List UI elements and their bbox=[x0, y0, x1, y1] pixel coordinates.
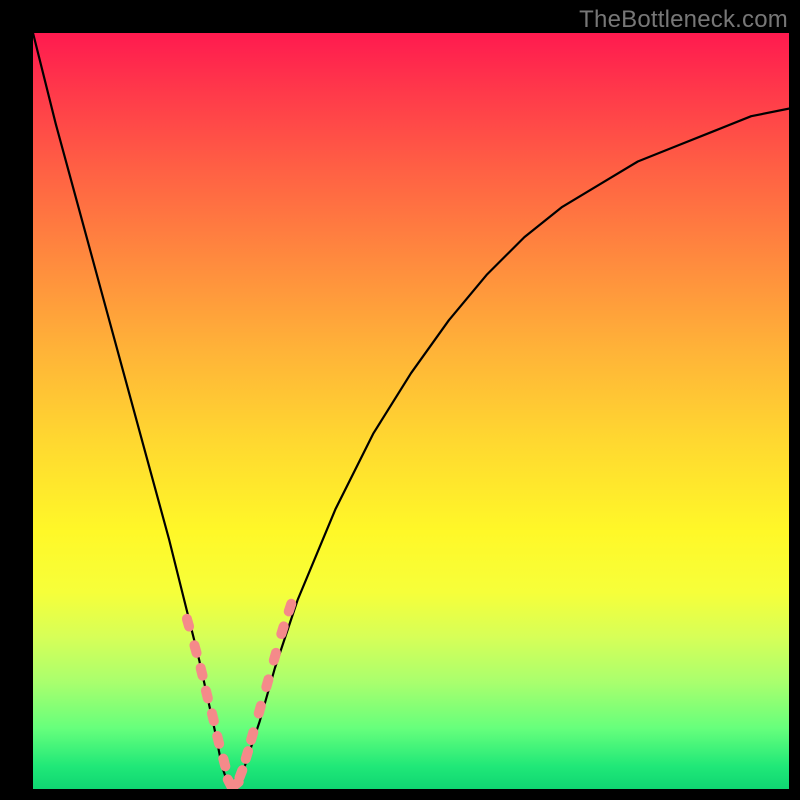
marker-capsule bbox=[211, 730, 225, 750]
marker-capsule bbox=[275, 620, 290, 640]
highlighted-points-group bbox=[181, 597, 298, 789]
chart-frame: TheBottleneck.com bbox=[0, 0, 800, 800]
marker-capsule bbox=[240, 745, 255, 765]
marker-capsule bbox=[206, 707, 220, 727]
plot-area bbox=[33, 33, 789, 789]
marker-capsule bbox=[188, 639, 202, 659]
bottleneck-curve-line bbox=[33, 33, 789, 789]
watermark-text: TheBottleneck.com bbox=[579, 6, 788, 34]
marker-capsule bbox=[200, 685, 214, 705]
bottleneck-curve-svg bbox=[33, 33, 789, 789]
marker-capsule bbox=[195, 662, 209, 682]
marker-capsule bbox=[181, 613, 196, 633]
